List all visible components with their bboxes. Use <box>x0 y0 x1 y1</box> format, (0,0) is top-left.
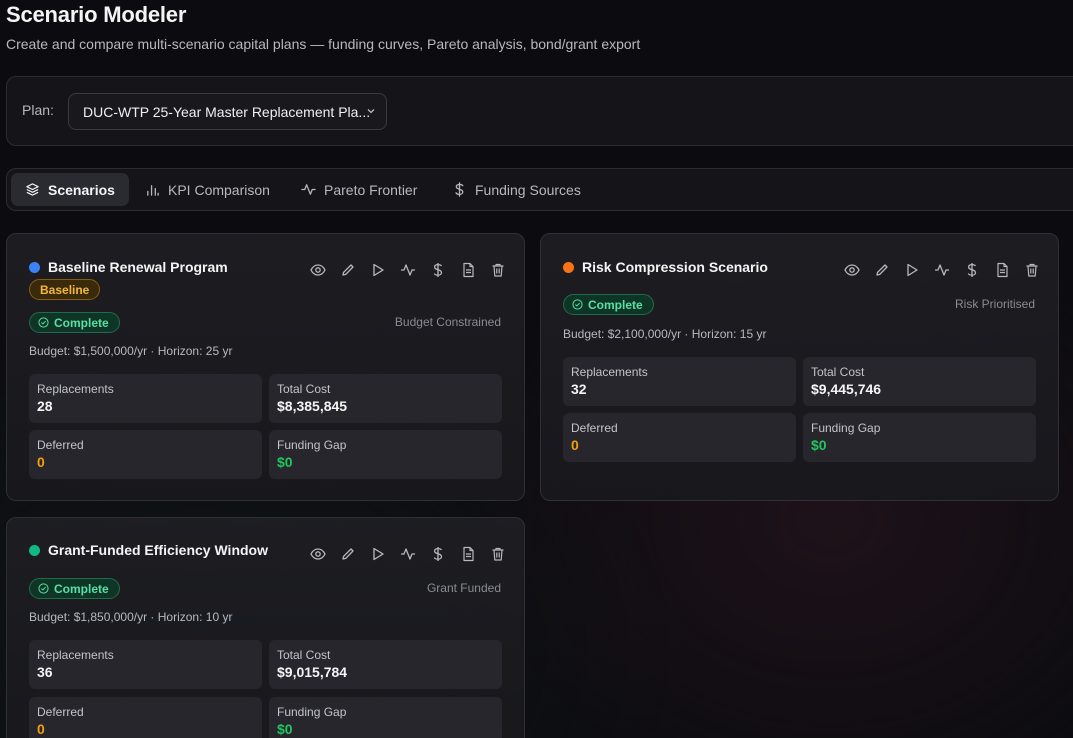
metric-deferred: Deferred 0 <box>563 413 796 462</box>
scenario-color-dot <box>29 262 40 273</box>
tab-bar: Scenarios KPI Comparison Pareto Frontier… <box>6 168 1073 211</box>
dollar-icon <box>455 182 464 197</box>
scenario-card-baseline[interactable]: Baseline Renewal Program Baseline Comple… <box>6 233 525 501</box>
budget-horizon: Budget: $1,850,000/yr · Horizon: 10 yr <box>29 610 233 624</box>
play-icon[interactable] <box>370 546 386 562</box>
file-icon[interactable] <box>460 262 476 278</box>
tab-pareto-frontier[interactable]: Pareto Frontier <box>287 173 431 206</box>
page-subtitle: Create and compare multi-scenario capita… <box>6 36 641 52</box>
metric-funding-gap: Funding Gap $0 <box>803 413 1036 462</box>
budget-horizon: Budget: $2,100,000/yr · Horizon: 15 yr <box>563 327 767 341</box>
scenario-color-dot <box>563 262 574 273</box>
pencil-icon[interactable] <box>874 262 890 278</box>
status-badge: Complete <box>563 294 654 315</box>
status-badge: Complete <box>29 578 120 599</box>
strategy-label: Risk Prioritised <box>954 297 1035 311</box>
tab-funding-sources[interactable]: Funding Sources <box>438 173 595 206</box>
tab-scenarios[interactable]: Scenarios <box>11 173 129 206</box>
scenario-card-risk-compression[interactable]: Risk Compression Scenario Complete Risk … <box>540 233 1059 501</box>
bar-chart-icon <box>147 185 159 196</box>
activity-icon[interactable] <box>934 262 950 278</box>
metric-funding-gap: Funding Gap $0 <box>269 697 502 738</box>
activity-icon[interactable] <box>400 546 416 562</box>
plan-bar: Plan: DUC-WTP 25-Year Master Replacement… <box>6 76 1073 146</box>
metric-deferred: Deferred 0 <box>29 430 262 479</box>
baseline-badge: Baseline <box>29 279 101 300</box>
eye-icon[interactable] <box>310 546 326 562</box>
metric-funding-gap: Funding Gap $0 <box>269 430 502 479</box>
status-badge: Complete <box>29 312 120 333</box>
pencil-icon[interactable] <box>340 262 356 278</box>
eye-icon[interactable] <box>844 262 860 278</box>
plan-select-value: DUC-WTP 25-Year Master Replacement Pla..… <box>83 103 371 120</box>
file-icon[interactable] <box>994 262 1010 278</box>
trash-icon[interactable] <box>490 546 506 562</box>
chevron-down-icon <box>367 109 375 114</box>
scenario-name: Baseline Renewal Program <box>48 259 228 275</box>
trash-icon[interactable] <box>1024 262 1040 278</box>
tab-label: KPI Comparison <box>168 181 270 198</box>
dollar-icon[interactable] <box>430 546 446 562</box>
scenario-name: Grant-Funded Efficiency Window <box>48 542 268 558</box>
tab-label: Funding Sources <box>475 181 581 198</box>
plan-label: Plan: <box>22 102 54 118</box>
strategy-label: Grant Funded <box>426 581 501 595</box>
play-icon[interactable] <box>370 262 386 278</box>
play-icon[interactable] <box>904 262 920 278</box>
metric-total-cost: Total Cost $8,385,845 <box>269 374 502 423</box>
metric-replacements: Replacements 28 <box>29 374 262 423</box>
check-circle-icon <box>572 299 583 310</box>
metric-total-cost: Total Cost $9,015,784 <box>269 640 502 689</box>
budget-horizon: Budget: $1,500,000/yr · Horizon: 25 yr <box>29 344 233 358</box>
scenario-color-dot <box>29 545 40 556</box>
file-icon[interactable] <box>460 546 476 562</box>
scenario-card-grant-funded[interactable]: Grant-Funded Efficiency Window Complete … <box>6 517 525 738</box>
activity-icon <box>301 184 316 195</box>
tab-kpi-comparison[interactable]: KPI Comparison <box>131 173 284 206</box>
scenario-name: Risk Compression Scenario <box>582 259 768 275</box>
activity-icon[interactable] <box>400 262 416 278</box>
page-title: Scenario Modeler <box>6 2 187 27</box>
plan-select[interactable]: DUC-WTP 25-Year Master Replacement Pla..… <box>68 93 387 130</box>
check-circle-icon <box>38 317 49 328</box>
metric-replacements: Replacements 32 <box>563 357 796 406</box>
trash-icon[interactable] <box>490 262 506 278</box>
pencil-icon[interactable] <box>340 546 356 562</box>
layers-icon <box>26 183 39 196</box>
strategy-label: Budget Constrained <box>394 315 501 329</box>
metric-deferred: Deferred 0 <box>29 697 262 738</box>
check-circle-icon <box>38 583 49 594</box>
eye-icon[interactable] <box>310 262 326 278</box>
metric-total-cost: Total Cost $9,445,746 <box>803 357 1036 406</box>
metric-replacements: Replacements 36 <box>29 640 262 689</box>
dollar-icon[interactable] <box>964 262 980 278</box>
tab-label: Pareto Frontier <box>324 181 418 198</box>
tab-label: Scenarios <box>48 181 115 198</box>
dollar-icon[interactable] <box>430 262 446 278</box>
